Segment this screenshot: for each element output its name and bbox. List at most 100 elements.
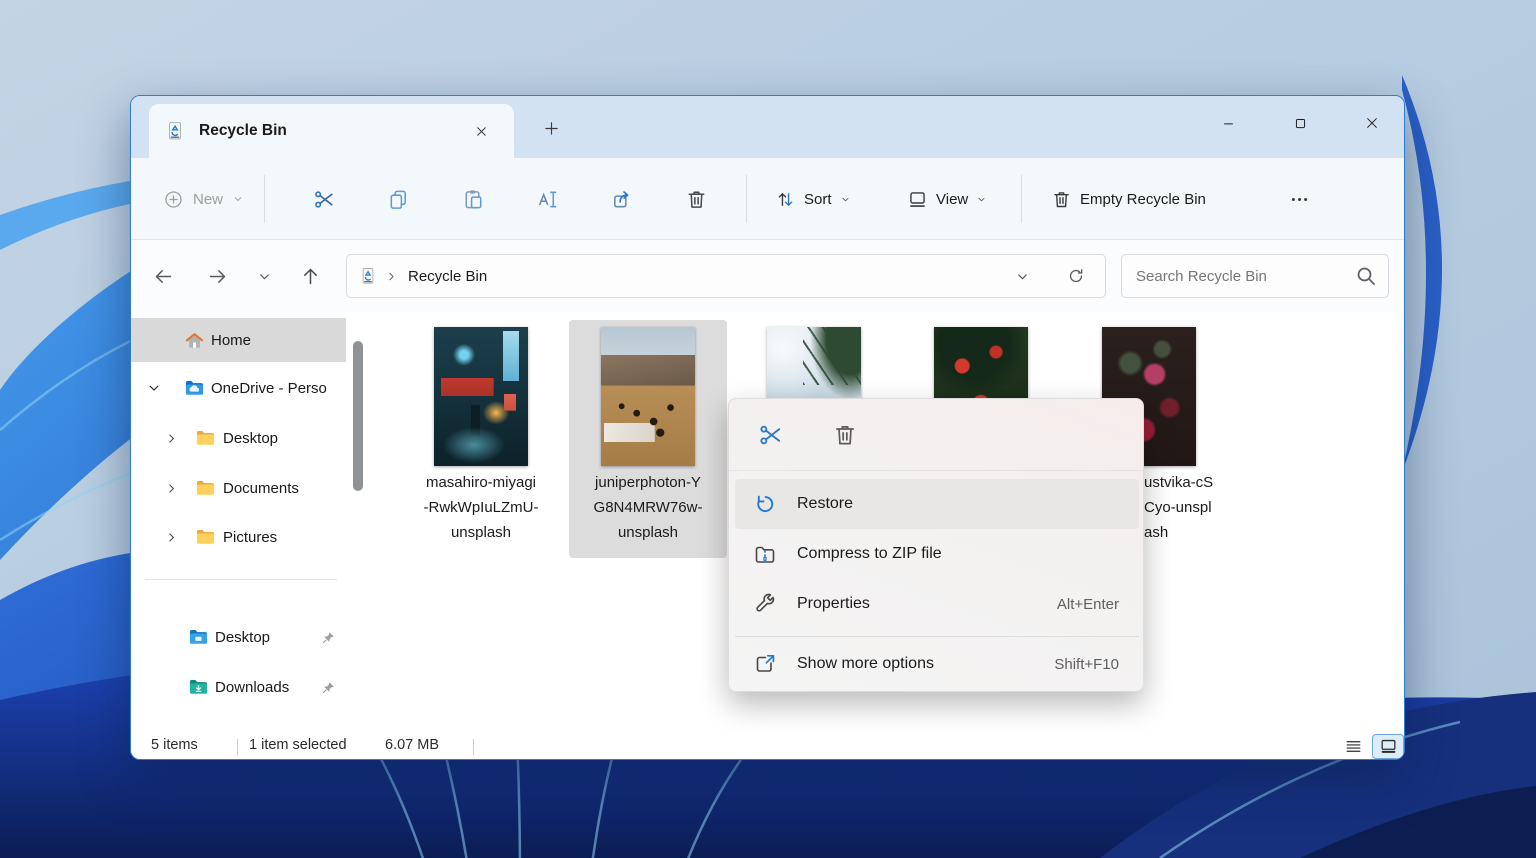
search-input[interactable]	[1122, 255, 1388, 297]
trash-icon	[1051, 189, 1072, 210]
sidebar-item-label: Downloads	[215, 678, 290, 696]
address-dropdown-chevron-icon[interactable]	[1005, 259, 1039, 293]
home-icon	[184, 331, 205, 349]
share-icon	[611, 188, 634, 211]
new-button[interactable]: New	[157, 178, 250, 220]
tab-recycle-bin[interactable]: Recycle Bin	[149, 104, 514, 158]
search-box	[1121, 254, 1389, 298]
search-icon	[1354, 264, 1378, 288]
chevron-right-icon[interactable]	[165, 482, 183, 495]
chevron-down-icon[interactable]	[147, 381, 165, 395]
folder-icon	[195, 429, 216, 447]
minimize-icon[interactable]	[1205, 106, 1251, 140]
address-bar[interactable]: Recycle Bin	[346, 254, 1106, 298]
plus-circle-icon	[163, 189, 184, 210]
view-button[interactable]: View	[899, 178, 995, 220]
breadcrumb-recycle-bin[interactable]: Recycle Bin	[408, 268, 487, 285]
toolbar-divider	[746, 175, 747, 223]
menu-item-label: Restore	[797, 495, 854, 512]
scissors-icon	[758, 422, 784, 448]
selection-size: 6.07 MB	[385, 737, 439, 753]
sidebar-item-downloads[interactable]: Downloads	[131, 665, 346, 709]
desktop-folder-icon	[188, 628, 209, 646]
menu-item-label: Compress to ZIP file	[797, 545, 942, 562]
sidebar-item-label: Home	[211, 331, 252, 349]
folder-icon	[195, 528, 216, 546]
chevron-down-icon	[232, 193, 244, 205]
sidebar-item-onedrive[interactable]: OneDrive - Perso	[131, 366, 346, 410]
sidebar-item-label: Desktop	[223, 429, 279, 447]
details-view-button[interactable]	[1337, 734, 1369, 759]
sort-arrows-icon	[775, 189, 796, 210]
maximize-icon[interactable]	[1277, 106, 1323, 140]
onedrive-folder-icon	[184, 379, 205, 397]
delete-button[interactable]	[825, 415, 865, 455]
see-more-button[interactable]	[1277, 177, 1321, 221]
delete-button[interactable]	[674, 177, 718, 221]
file-thumbnail-juniperphoton[interactable]	[601, 327, 695, 466]
sidebar-item-desktop[interactable]: Desktop	[131, 416, 346, 460]
selection-count: 1 item selected	[249, 737, 347, 753]
sidebar-item-pictures[interactable]: Pictures	[131, 515, 346, 559]
close-icon[interactable]	[1349, 106, 1395, 140]
ellipsis-icon	[1289, 189, 1310, 210]
menu-item-shortcut: Alt+Enter	[1056, 595, 1119, 613]
file-thumbnail-masahiro-miyagi[interactable]	[434, 327, 528, 466]
status-bar: 5 items 1 item selected 6.07 MB	[131, 732, 1404, 759]
cut-button[interactable]	[302, 177, 346, 221]
sidebar-scrollbar-thumb[interactable]	[353, 341, 363, 491]
status-divider	[237, 739, 238, 755]
back-icon[interactable]	[144, 257, 182, 295]
chevron-right-icon[interactable]	[165, 531, 183, 544]
breadcrumb-chevron-icon	[385, 270, 398, 283]
view-layout-icon	[907, 189, 928, 210]
explorer-content: Home OneDrive - Perso Desktop Documents …	[131, 312, 1404, 751]
zip-folder-icon	[753, 542, 779, 566]
rename-button[interactable]	[525, 177, 569, 221]
cut-button[interactable]	[751, 415, 791, 455]
file-name[interactable]: juniperphoton-Y G8N4MRW76w- unsplash	[581, 470, 715, 545]
large-thumbnails-view-button[interactable]	[1372, 734, 1404, 759]
sort-button-label: Sort	[804, 190, 832, 208]
scissors-icon	[313, 188, 336, 211]
menu-item-shortcut: Shift+F10	[1054, 655, 1119, 673]
menu-item-restore[interactable]: Restore	[735, 479, 1139, 529]
menu-item-properties[interactable]: Properties Alt+Enter	[735, 579, 1139, 629]
empty-recycle-bin-label: Empty Recycle Bin	[1080, 190, 1206, 208]
recycle-bin-icon	[359, 266, 377, 286]
up-icon[interactable]	[291, 257, 329, 295]
menu-item-label: Properties	[797, 595, 870, 612]
command-bar: New Sort View Empty Recycle Bin	[131, 158, 1404, 240]
trash-icon	[685, 188, 708, 211]
tab-strip: Recycle Bin	[131, 96, 1404, 158]
wrench-icon	[753, 592, 779, 616]
forward-icon[interactable]	[198, 257, 236, 295]
thumbnail-view-icon	[1379, 737, 1398, 756]
new-tab-icon[interactable]	[533, 112, 569, 144]
share-button[interactable]	[600, 177, 644, 221]
sidebar-item-desktop-pinned[interactable]: Desktop	[131, 615, 346, 659]
chevron-down-icon	[976, 194, 987, 205]
item-count: 5 items	[151, 737, 198, 753]
paste-button[interactable]	[451, 177, 495, 221]
empty-recycle-bin-button[interactable]: Empty Recycle Bin	[1043, 178, 1214, 220]
restore-icon	[753, 492, 779, 516]
desktop: { "window": { "tab_title": "Recycle Bin"…	[0, 0, 1536, 858]
chevron-right-icon[interactable]	[165, 432, 183, 445]
sidebar-item-home[interactable]: Home	[131, 318, 346, 362]
file-name[interactable]: masahiro-miyagi -RwkWpIuLZmU- unsplash	[414, 470, 548, 545]
copy-button[interactable]	[376, 177, 420, 221]
context-menu-icon-row	[729, 399, 1143, 471]
menu-item-label: Show more options	[797, 655, 934, 672]
file-name[interactable]: ustvika-cS Cyo-unspl ash	[1144, 470, 1244, 545]
menu-item-show-more-options[interactable]: Show more options Shift+F10	[735, 639, 1139, 689]
menu-item-compress-zip[interactable]: Compress to ZIP file	[735, 529, 1139, 579]
context-menu: Restore Compress to ZIP file Properties …	[728, 398, 1144, 692]
file-explorer-window: Recycle Bin New Sort View Empty Recycle …	[130, 95, 1405, 760]
refresh-icon[interactable]	[1059, 259, 1093, 293]
tab-close-icon[interactable]	[467, 117, 495, 145]
sidebar-item-documents[interactable]: Documents	[131, 466, 346, 510]
sort-button[interactable]: Sort	[767, 178, 859, 220]
recent-locations-chevron-icon[interactable]	[245, 257, 283, 295]
sidebar-item-label: Pictures	[223, 528, 278, 546]
